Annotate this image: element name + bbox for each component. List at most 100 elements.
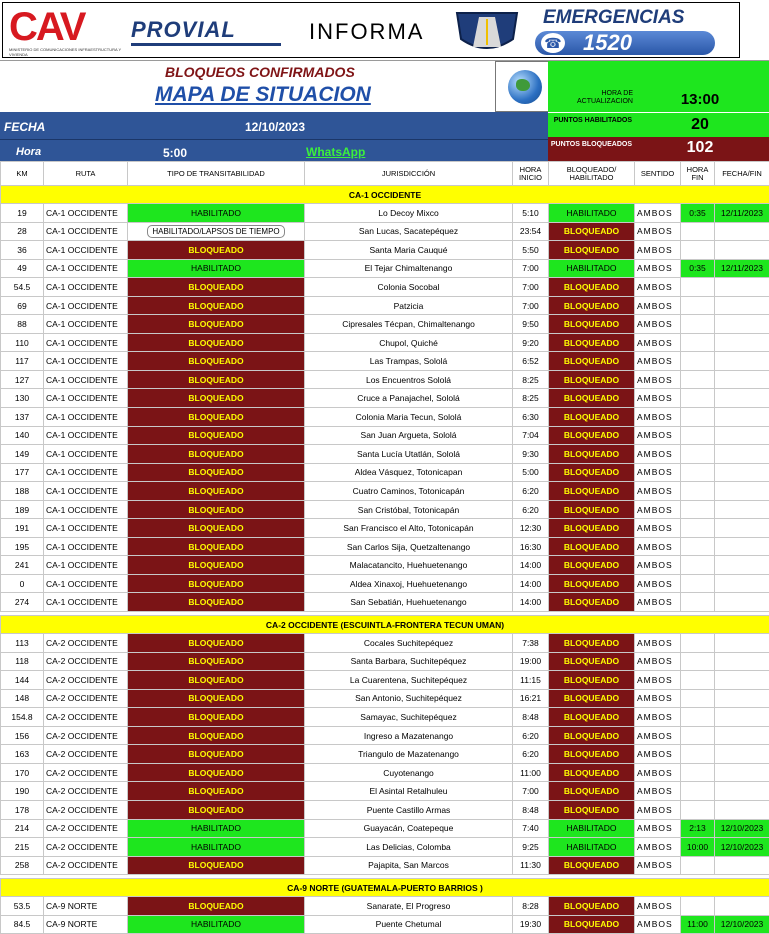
cell-hora-inicio: 9:20	[513, 333, 549, 352]
cell-km: 69	[1, 296, 44, 315]
cell-sentido: AMBOS	[635, 315, 681, 334]
cell-hora-inicio: 7:00	[513, 782, 549, 801]
cell-ruta: CA-1 OCCIDENTE	[44, 333, 128, 352]
cell-sentido: AMBOS	[635, 782, 681, 801]
cell-estado: BLOQUEADO	[549, 333, 635, 352]
cell-hora-fin	[681, 652, 715, 671]
cell-jurisdiccion: Ingreso a Mazatenango	[305, 726, 513, 745]
cell-sentido: AMBOS	[635, 856, 681, 875]
cell-hora-fin: 10:00	[681, 838, 715, 857]
cell-hora-fin	[681, 333, 715, 352]
cell-hora-inicio: 7:00	[513, 278, 549, 297]
cell-tipo: BLOQUEADO	[128, 671, 305, 690]
cell-jurisdiccion: Lo Decoy Mixco	[305, 204, 513, 223]
cell-fecha-fin	[715, 537, 769, 556]
cell-sentido: AMBOS	[635, 259, 681, 278]
cell-jurisdiccion: El Asintal Retalhuleu	[305, 782, 513, 801]
cell-hora-inicio: 7:00	[513, 259, 549, 278]
cell-hora-inicio: 8:25	[513, 389, 549, 408]
cell-ruta: CA-1 OCCIDENTE	[44, 463, 128, 482]
section-header-row: CA-9 NORTE (GUATEMALA-PUERTO BARRIOS )	[1, 879, 769, 897]
cell-hora-inicio: 11:00	[513, 763, 549, 782]
cell-km: 49	[1, 259, 44, 278]
cell-sentido: AMBOS	[635, 689, 681, 708]
cell-sentido: AMBOS	[635, 574, 681, 593]
cell-hora-fin	[681, 671, 715, 690]
cell-tipo: BLOQUEADO	[128, 593, 305, 612]
cell-tipo: BLOQUEADO	[128, 445, 305, 464]
table-row: 214CA-2 OCCIDENTEHABILITADOGuayacán, Coa…	[1, 819, 769, 838]
cell-estado: BLOQUEADO	[549, 389, 635, 408]
cell-sentido: AMBOS	[635, 222, 681, 241]
cell-ruta: CA-2 OCCIDENTE	[44, 856, 128, 875]
roadblock-table: KM RUTA TIPO DE TRANSITABILIDAD JURISDIC…	[0, 161, 769, 934]
table-row: 127CA-1 OCCIDENTEBLOQUEADOLos Encuentros…	[1, 370, 769, 389]
cell-sentido: AMBOS	[635, 634, 681, 653]
cell-sentido: AMBOS	[635, 671, 681, 690]
section-header-row: CA-1 OCCIDENTE	[1, 186, 769, 204]
cell-jurisdiccion: Aldea Vásquez, Totonicapan	[305, 463, 513, 482]
cell-km: 28	[1, 222, 44, 241]
cell-ruta: CA-1 OCCIDENTE	[44, 537, 128, 556]
cell-hora-fin	[681, 315, 715, 334]
phone-icon: ☎	[541, 33, 565, 53]
cell-ruta: CA-2 OCCIDENTE	[44, 726, 128, 745]
cell-hora-inicio: 5:10	[513, 204, 549, 223]
hora-label: Hora	[16, 146, 41, 158]
table-row: 113CA-2 OCCIDENTEBLOQUEADOCocales Suchit…	[1, 634, 769, 653]
col-estado: BLOQUEADO/ HABILITADO	[549, 162, 635, 186]
cell-fecha-fin	[715, 445, 769, 464]
cell-hora-fin	[681, 800, 715, 819]
cell-tipo: BLOQUEADO	[128, 500, 305, 519]
cell-ruta: CA-2 OCCIDENTE	[44, 838, 128, 857]
section-header-row: CA-2 OCCIDENTE (ESCUINTLA-FRONTERA TECUN…	[1, 616, 769, 634]
cell-km: 274	[1, 593, 44, 612]
cell-ruta: CA-1 OCCIDENTE	[44, 445, 128, 464]
cell-km: 144	[1, 671, 44, 690]
cell-fecha-fin	[715, 763, 769, 782]
cell-hora-fin	[681, 708, 715, 727]
cell-ruta: CA-1 OCCIDENTE	[44, 389, 128, 408]
table-row: 163CA-2 OCCIDENTEBLOQUEADOTriangulo de M…	[1, 745, 769, 764]
cell-fecha-fin	[715, 500, 769, 519]
cell-tipo: BLOQUEADO	[128, 370, 305, 389]
cell-km: 195	[1, 537, 44, 556]
table-row: 36CA-1 OCCIDENTEBLOQUEADOSanta Maria Cau…	[1, 241, 769, 260]
cell-hora-fin	[681, 782, 715, 801]
col-tipo: TIPO DE TRANSITABILIDAD	[128, 162, 305, 186]
cell-hora-fin	[681, 426, 715, 445]
cell-ruta: CA-2 OCCIDENTE	[44, 763, 128, 782]
whatsapp-link[interactable]: WhatsApp	[306, 145, 365, 159]
cell-fecha-fin	[715, 315, 769, 334]
cell-ruta: CA-1 OCCIDENTE	[44, 500, 128, 519]
cell-tipo: BLOQUEADO	[128, 482, 305, 501]
cell-sentido: AMBOS	[635, 726, 681, 745]
cell-fecha-fin: 12/10/2023	[715, 915, 769, 934]
cell-ruta: CA-1 OCCIDENTE	[44, 222, 128, 241]
cell-fecha-fin	[715, 800, 769, 819]
table-header-row: KM RUTA TIPO DE TRANSITABILIDAD JURISDIC…	[1, 162, 769, 186]
cell-sentido: AMBOS	[635, 556, 681, 575]
cell-tipo: HABILITADO	[128, 204, 305, 223]
table-row: 110CA-1 OCCIDENTEBLOQUEADOChupol, Quiché…	[1, 333, 769, 352]
cell-fecha-fin	[715, 370, 769, 389]
cell-km: 137	[1, 408, 44, 427]
cell-hora-inicio: 14:00	[513, 556, 549, 575]
cell-jurisdiccion: Aldea Xinaxoj, Huehuetenango	[305, 574, 513, 593]
cell-jurisdiccion: Cruce a Panajachel, Sololá	[305, 389, 513, 408]
cell-sentido: AMBOS	[635, 370, 681, 389]
table-row: 84.5CA-9 NORTEHABILITADOPuente Chetumal1…	[1, 915, 769, 934]
table-row: 190CA-2 OCCIDENTEBLOQUEADOEl Asintal Ret…	[1, 782, 769, 801]
cell-hora-fin	[681, 556, 715, 575]
report-header: CAV MINISTERIO DE COMUNICACIONES INFRAES…	[0, 0, 769, 60]
cell-ruta: CA-1 OCCIDENTE	[44, 370, 128, 389]
cell-km: 118	[1, 652, 44, 671]
table-row: 19CA-1 OCCIDENTEHABILITADOLo Decoy Mixco…	[1, 204, 769, 223]
table-row: 154.8CA-2 OCCIDENTEBLOQUEADOSamayac, Suc…	[1, 708, 769, 727]
cell-jurisdiccion: Cocales Suchitepéquez	[305, 634, 513, 653]
cell-hora-fin	[681, 897, 715, 916]
cell-sentido: AMBOS	[635, 708, 681, 727]
cell-hora-inicio: 7:04	[513, 426, 549, 445]
cell-estado: BLOQUEADO	[549, 426, 635, 445]
cell-jurisdiccion: Los Encuentros Sololá	[305, 370, 513, 389]
